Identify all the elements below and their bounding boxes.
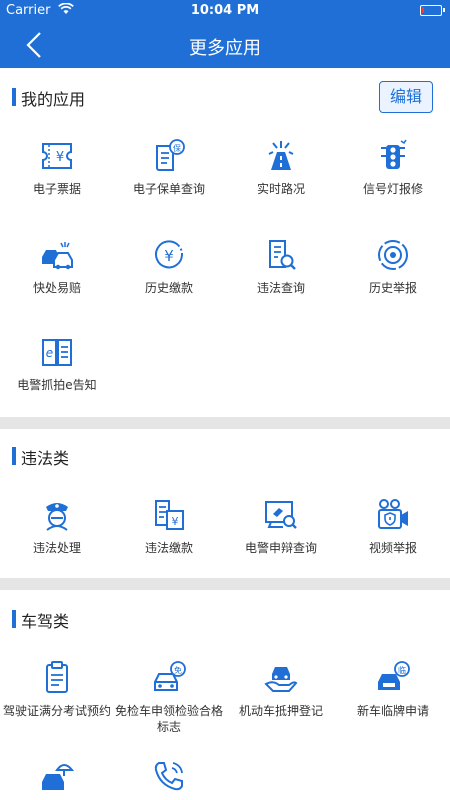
traffic-light-icon: [381, 139, 407, 169]
history-payment-icon: ¥: [155, 240, 183, 269]
app-label: 历史举报: [368, 281, 417, 295]
app-tile-temp-plate[interactable]: 临 新车临牌申请: [337, 660, 449, 719]
header: Carrier 10:04 PM 更多应用: [0, 0, 450, 68]
app-label: 快处易赔: [32, 281, 81, 295]
app-label: 电子票据: [32, 182, 81, 196]
car-hand-icon: [264, 667, 298, 692]
app-label: 违法处理: [32, 541, 81, 555]
app-label: 信号灯报修: [362, 182, 423, 196]
app-label: 违法缴款: [144, 541, 193, 555]
section-accent-bar: [12, 447, 16, 465]
edit-button[interactable]: 编辑: [379, 81, 433, 113]
section-divider: [0, 417, 450, 429]
document-search-icon: [269, 240, 296, 270]
battery-icon: [420, 5, 445, 16]
policy-icon: 保: [156, 139, 185, 171]
history-report-icon: [378, 240, 408, 270]
app-label: 违法查询: [256, 281, 305, 295]
section-accent-bar: [12, 88, 16, 106]
section-title-my-apps: 我的应用: [21, 90, 86, 109]
clipboard-icon: [46, 661, 68, 693]
app-label: 视频举报: [368, 541, 417, 555]
svg-text:e: e: [46, 346, 53, 360]
app-tile-history-payment[interactable]: ¥ 历史缴款: [113, 237, 225, 296]
page-title: 更多应用: [189, 38, 261, 59]
app-tile-signal-repair[interactable]: 信号灯报修: [337, 138, 449, 197]
app-tile-exempt-inspection[interactable]: 免 免检车申领检验合格标志: [113, 660, 225, 735]
app-label: 电警申辩查询: [244, 541, 317, 555]
car-umbrella-icon: [42, 764, 75, 790]
e-notice-icon: e: [42, 339, 72, 366]
app-label: 历史缴款: [144, 281, 193, 295]
svg-text:¥: ¥: [56, 150, 64, 165]
road-icon: [268, 141, 294, 170]
status-time: 10:04 PM: [190, 3, 260, 18]
payment-doc-icon: ¥: [155, 500, 184, 530]
app-tile-violation-handling[interactable]: 违法处理: [1, 497, 113, 556]
app-tile-violation-payment[interactable]: ¥ 违法缴款: [113, 497, 225, 556]
camera-search-icon: [265, 501, 297, 529]
app-tile-camera-appeal-query[interactable]: 电警申辩查询: [225, 497, 337, 556]
app-label: 实时路况: [256, 182, 305, 196]
app-tile-license-exam[interactable]: 驾驶证满分考试预约: [1, 660, 113, 719]
app-label: 电警抓拍e告知: [17, 378, 97, 392]
app-tile-policy-query[interactable]: 保 电子保单查询: [113, 138, 225, 197]
app-tile-car-umbrella[interactable]: [1, 758, 113, 800]
app-label: 机动车抵押登记: [238, 704, 323, 718]
section-title-driving: 车驾类: [21, 612, 70, 631]
app-label: 新车临牌申请: [356, 704, 429, 718]
exempt-car-icon: 免: [154, 661, 186, 691]
app-tile-phone[interactable]: [113, 758, 225, 800]
car-accident-icon: [42, 242, 73, 270]
app-tile-quick-claim[interactable]: 快处易赔: [1, 237, 113, 296]
svg-text:¥: ¥: [164, 247, 174, 265]
svg-text:保: 保: [173, 143, 181, 153]
app-tile-traffic-status[interactable]: 实时路况: [225, 138, 337, 197]
section-divider: [0, 578, 450, 590]
app-label: 驾驶证满分考试预约: [2, 704, 111, 718]
app-tile-violation-query[interactable]: 违法查询: [225, 237, 337, 296]
app-tile-history-report[interactable]: 历史举报: [337, 237, 449, 296]
app-tile-vehicle-mortgage[interactable]: 机动车抵押登记: [225, 660, 337, 719]
temp-plate-car-icon: 临: [378, 661, 410, 690]
app-tile-e-notice[interactable]: e 电警抓拍e告知: [1, 334, 113, 393]
app-label: 免检车申领检验合格标志: [114, 704, 223, 734]
svg-text:临: 临: [398, 665, 406, 675]
ticket-icon: ¥: [42, 143, 72, 169]
svg-text:¥: ¥: [172, 515, 179, 528]
phone-icon: [154, 762, 183, 791]
section-title-violations: 违法类: [21, 449, 70, 468]
app-label: 电子保单查询: [132, 182, 205, 196]
status-bar: Carrier 10:04 PM: [0, 0, 450, 22]
app-tile-video-report[interactable]: 视频举报: [337, 497, 449, 556]
video-report-icon: [378, 499, 408, 529]
section-accent-bar: [12, 610, 16, 628]
police-icon: [46, 503, 68, 531]
svg-text:免: 免: [174, 665, 182, 675]
app-tile-e-ticket[interactable]: ¥ 电子票据: [1, 138, 113, 197]
